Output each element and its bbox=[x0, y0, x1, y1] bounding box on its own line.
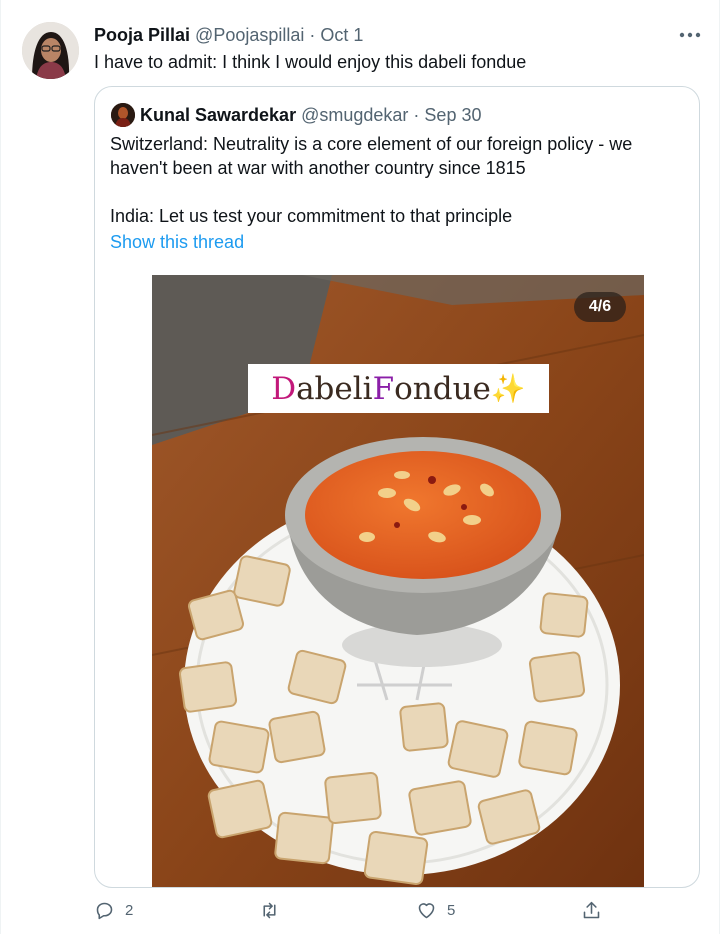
quoted-header: Kunal Sawardekar @smugdekar · Sep 30 bbox=[140, 104, 481, 126]
avatar[interactable] bbox=[22, 22, 79, 79]
quoted-text-line1: Switzerland: Neutrality is a core elemen… bbox=[110, 134, 633, 178]
quoted-avatar-image bbox=[111, 103, 135, 127]
reply-count: 2 bbox=[125, 902, 134, 919]
like-count: 5 bbox=[447, 902, 456, 919]
tweet-header: Pooja Pillai @Poojaspillai · Oct 1 bbox=[94, 24, 363, 46]
separator: · bbox=[408, 105, 425, 125]
separator: · bbox=[304, 25, 321, 45]
author-handle[interactable]: @Poojaspillai bbox=[195, 25, 304, 45]
like-button[interactable]: 5 bbox=[416, 900, 455, 921]
author-name[interactable]: Pooja Pillai bbox=[94, 25, 190, 45]
sparkles-icon: ✨ bbox=[490, 372, 526, 405]
caption-letter-d: D bbox=[271, 370, 297, 407]
reply-button[interactable]: 2 bbox=[94, 900, 133, 921]
avatar-image bbox=[22, 22, 79, 79]
quoted-avatar[interactable] bbox=[111, 103, 135, 127]
quoted-text-line2: India: Let us test your commitment to th… bbox=[110, 206, 513, 226]
quoted-author-handle[interactable]: @smugdekar bbox=[301, 105, 408, 125]
show-thread-link[interactable]: Show this thread bbox=[110, 232, 244, 253]
share-icon bbox=[583, 901, 600, 919]
reply-icon bbox=[96, 902, 113, 920]
caption-word-ondue: ondue bbox=[394, 370, 491, 407]
tweet-date[interactable]: Oct 1 bbox=[320, 25, 363, 45]
tweet-text: I have to admit: I think I would enjoy t… bbox=[94, 52, 527, 72]
quoted-tweet[interactable]: Kunal Sawardekar @smugdekar · Sep 30 Swi… bbox=[94, 86, 700, 888]
caption-word-abeli: abeli bbox=[296, 370, 373, 407]
media-counter-badge: 4/6 bbox=[574, 292, 626, 322]
quoted-text: Switzerland: Neutrality is a core elemen… bbox=[110, 132, 685, 228]
caption-letter-f: F bbox=[372, 370, 395, 407]
tweet-actions: 2 5 bbox=[94, 900, 614, 928]
media-caption: Dabeli Fondue ✨ bbox=[248, 364, 549, 413]
heart-icon bbox=[418, 903, 435, 919]
more-horizontal-icon[interactable] bbox=[677, 22, 703, 48]
tweet[interactable]: Pooja Pillai @Poojaspillai · Oct 1 I hav… bbox=[0, 0, 720, 934]
quoted-date[interactable]: Sep 30 bbox=[424, 105, 481, 125]
quoted-media[interactable]: 4/6 Dabeli Fondue ✨ bbox=[152, 275, 644, 887]
share-button[interactable] bbox=[581, 900, 602, 921]
retweet-button[interactable] bbox=[259, 900, 290, 921]
quoted-author-name[interactable]: Kunal Sawardekar bbox=[140, 105, 296, 125]
retweet-icon bbox=[263, 902, 276, 919]
